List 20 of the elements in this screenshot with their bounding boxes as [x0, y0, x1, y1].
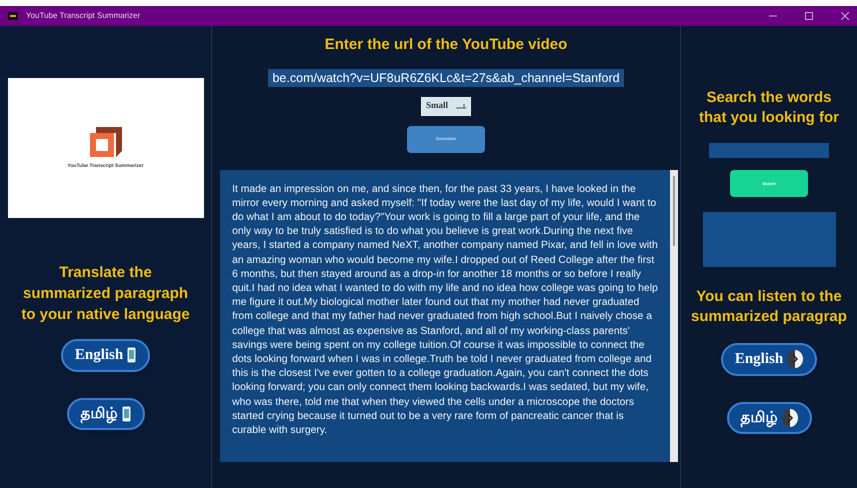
search-field[interactable]: [709, 143, 829, 158]
dropdown-icon: [456, 104, 466, 108]
listen-heading: You can listen to the summarized paragrap: [690, 287, 848, 327]
language-button[interactable]: தமிழ்: [66, 398, 145, 430]
app-icon: [8, 12, 18, 20]
summary-text: It made an impression on me, and since then, for the past 33 years, I have looked in the mirror every morning and asked myself: "If today were the last day of my life, would I want to do what I am about to do today?"Your work is going to fill a large part of your life, and the only way to be truly satisfied is to do what you believe is great work.During the next five years, I started a company named NeXT, another company named Pixar, and fell in love with an amazing woman who would become my wife.I dropped out of Reed College after the first 6 months, but then stayed around as a drop-in for another 18 months or so before I really quit.I had no idea what I wanted to do with my life and no idea how college was going to help me figure it out.My biological mother later found out that my mother had never graduated from college and that my father had never graduated from high school.But I naively chose a college that was almost as expensive as Stanford, and all of my working-class parents' savings were being spent on my college tuition.Of course it was impossible to connect the dots looking forward when I was in college.Truth be told I never graduated from college and this is the closest I've ever gotten to a college graduation.Again, you can't connect the dots looking forward; you can only connect them looking backwards.I was sedated, but my wife, who was there, told me that when they viewed the cells under a microscope the doctors started crying because it turned out to be a very rare form of pancreatic cancer that is curable with surgery.: [231, 182, 659, 438]
size-dropdown[interactable]: Small: [421, 96, 472, 116]
language-button[interactable]: English: [720, 343, 818, 376]
url-heading: Enter the url of the YouTube video: [324, 35, 568, 55]
maximize-icon[interactable]: [805, 12, 813, 20]
search-heading: Search the words that you looking for: [698, 88, 840, 128]
language-button[interactable]: English: [60, 339, 150, 372]
close-icon[interactable]: [841, 12, 849, 20]
phone-icon: [122, 406, 131, 422]
language-button[interactable]: தமிழ்: [726, 402, 812, 434]
window-title: YouTube Transcript Summarizer: [26, 10, 140, 22]
phone-icon: [127, 347, 136, 364]
logo-icon: [88, 125, 124, 160]
url-field[interactable]: be.com/watch?v=UF8uR6Z6KLc&t=27s&ab_channel=Stanford: [268, 68, 624, 86]
translate-heading: Translate the summarized paragraph to your native language: [20, 263, 191, 325]
